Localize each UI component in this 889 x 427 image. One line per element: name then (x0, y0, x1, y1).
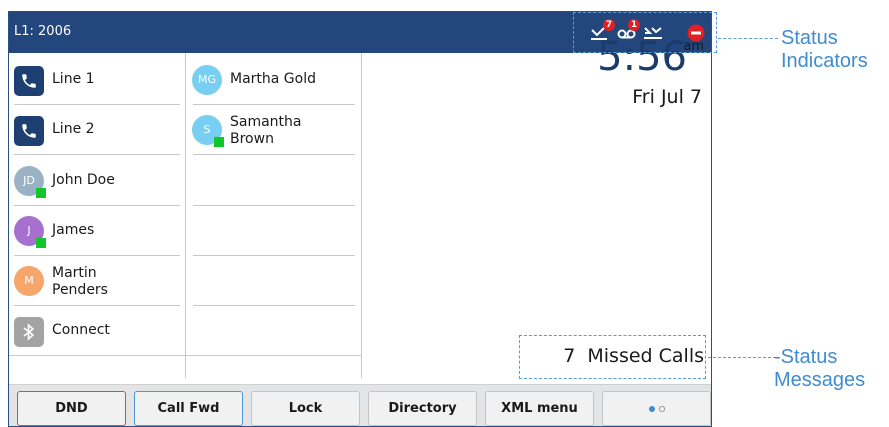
contact-martin-penders[interactable]: M Martin Penders (14, 262, 179, 302)
row-separator (14, 305, 180, 306)
contact-label: Martha Gold (230, 71, 316, 87)
clock-date: Fri Jul 7 (632, 86, 702, 108)
softkey-lock[interactable]: Lock (251, 391, 360, 426)
softkey-xml-menu[interactable]: XML menu (485, 391, 594, 426)
bluetooth-connect[interactable]: Connect (14, 312, 179, 352)
row-separator (193, 205, 355, 206)
contact-martha-gold[interactable]: MG Martha Gold (192, 61, 357, 101)
avatar: MG (192, 65, 222, 95)
status-messages-highlight (519, 335, 706, 379)
line-key-2[interactable]: Line 2 (14, 111, 179, 151)
row-separator (14, 205, 180, 206)
line-label: Line 1 (52, 71, 95, 87)
pager-dots-icon (648, 405, 665, 412)
softkey-call-fwd[interactable]: Call Fwd (134, 391, 243, 426)
softkey-dnd[interactable]: DND (17, 391, 126, 426)
bluetooth-label: Connect (52, 322, 110, 338)
contact-john-doe[interactable]: JD John Doe (14, 162, 179, 202)
row-separator (14, 154, 180, 155)
avatar: M (14, 266, 44, 296)
row-separator (9, 355, 361, 356)
row-separator (14, 104, 180, 105)
presence-indicator (214, 137, 224, 147)
presence-indicator (36, 238, 46, 248)
phone-icon (14, 66, 44, 96)
row-separator (193, 305, 355, 306)
callout-line (718, 38, 778, 39)
column-divider (185, 53, 186, 378)
bluetooth-icon (14, 317, 44, 347)
line-title: L1: 2006 (14, 24, 72, 39)
column-divider (361, 53, 362, 378)
line-label: Line 2 (52, 121, 95, 137)
status-indicators-highlight (573, 12, 717, 53)
callout-line (708, 357, 776, 358)
row-separator (14, 255, 180, 256)
presence-indicator (36, 188, 46, 198)
contact-samantha-brown[interactable]: S Samantha Brown (192, 111, 357, 151)
line-key-1[interactable]: Line 1 (14, 61, 179, 101)
row-separator (193, 154, 355, 155)
contact-james[interactable]: J James (14, 212, 179, 252)
softkey-bar: DND Call Fwd Lock Directory XML menu (9, 384, 711, 426)
status-messages-callout: -Status Messages (774, 346, 866, 391)
softkey-more-pager[interactable] (602, 391, 711, 426)
softkey-directory[interactable]: Directory (368, 391, 477, 426)
contact-label: John Doe (52, 172, 115, 188)
contact-label: James (52, 222, 95, 238)
contact-label: Martin Penders (52, 265, 108, 298)
row-separator (193, 104, 355, 105)
contact-label: Samantha Brown (230, 114, 302, 147)
row-separator (193, 255, 355, 256)
status-indicators-callout: Status Indicators (781, 27, 868, 72)
phone-icon (14, 116, 44, 146)
